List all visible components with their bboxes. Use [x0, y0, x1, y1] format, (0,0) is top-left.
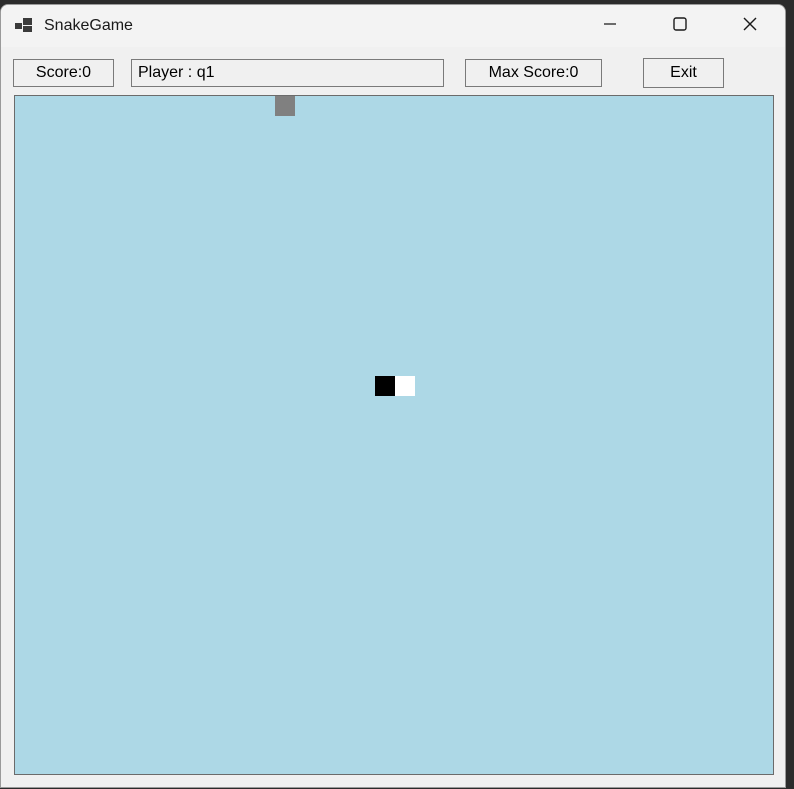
snake-body-segment [395, 376, 415, 396]
app-window-icon [15, 18, 35, 34]
window-title: SnakeGame [44, 17, 133, 34]
snake-head [375, 376, 395, 396]
exit-button[interactable]: Exit [643, 58, 724, 88]
maximize-button[interactable] [657, 5, 703, 47]
food-pellet [275, 96, 295, 116]
game-board[interactable] [14, 95, 774, 775]
minimize-icon [602, 16, 618, 37]
close-icon [742, 16, 758, 37]
minimize-button[interactable] [587, 5, 633, 47]
snake-game-window: SnakeGame Score:0 Player: q1 Max Score:… [0, 4, 786, 788]
close-button[interactable] [727, 5, 773, 47]
title-bar[interactable]: SnakeGame [1, 5, 785, 47]
game-client-area: Score:0 Player : q1 Max Score:0 Exit [1, 47, 785, 787]
maximize-icon [672, 16, 688, 37]
max-score-label: Max Score:0 [465, 59, 602, 87]
player-label: Player : q1 [131, 59, 444, 87]
score-label: Score:0 [13, 59, 114, 87]
